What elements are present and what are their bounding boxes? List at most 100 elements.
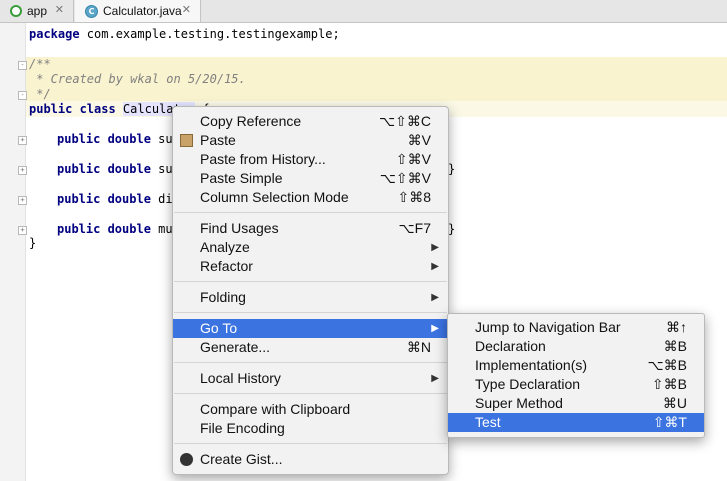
keyword-public-double: public double	[57, 132, 159, 146]
menu-item-shortcut: ⌘N	[406, 339, 431, 355]
menu-item-label: Declaration	[475, 338, 546, 354]
menu-item-shortcut: ⌥⇧⌘V	[379, 170, 431, 186]
code-line-doc-close: */	[29, 87, 51, 101]
keyword-public-double: public double	[57, 222, 159, 236]
code-line-doc-open: /**	[29, 57, 51, 71]
fold-marker-icon[interactable]: +	[18, 136, 27, 145]
menu-item-label: Super Method	[475, 395, 563, 411]
menu-item-shortcut: ⇧⌘B	[651, 376, 687, 392]
editor-context-menu: Copy Reference ⌥⇧⌘C Paste ⌘V Paste from …	[172, 106, 449, 475]
submenu-item-test[interactable]: Test ⇧⌘T	[448, 413, 704, 432]
fold-marker-icon[interactable]: +	[18, 226, 27, 235]
menu-item-copy-reference[interactable]: Copy Reference ⌥⇧⌘C	[173, 112, 448, 131]
menu-item-generate[interactable]: Generate... ⌘N	[173, 338, 448, 357]
menu-separator	[174, 281, 447, 282]
tab-app-label: app	[27, 4, 48, 18]
submenu-arrow-icon: ▶	[431, 242, 439, 253]
menu-separator	[174, 443, 447, 444]
menu-item-label: Find Usages	[200, 220, 279, 236]
menu-item-find-usages[interactable]: Find Usages ⌥F7	[173, 219, 448, 238]
menu-item-label: Paste	[200, 132, 236, 148]
package-name: com.example.testing.testingexample;	[79, 27, 340, 41]
menu-item-go-to[interactable]: Go To ▶	[173, 319, 448, 338]
menu-item-shortcut: ⌥⌘B	[647, 357, 687, 373]
github-icon	[180, 453, 193, 466]
code-line-method-sub-close: }	[448, 162, 456, 176]
submenu-item-type-declaration[interactable]: Type Declaration ⇧⌘B	[448, 375, 704, 394]
menu-item-label: Refactor	[200, 258, 253, 274]
menu-item-label: Paste Simple	[200, 170, 283, 186]
paste-icon	[180, 134, 193, 147]
menu-item-label: Test	[475, 414, 501, 430]
menu-item-label: Compare with Clipboard	[200, 401, 351, 417]
code-line-method-mul-close: }	[448, 222, 456, 236]
submenu-item-implementations[interactable]: Implementation(s) ⌥⌘B	[448, 356, 704, 375]
menu-item-analyze[interactable]: Analyze ▶	[173, 238, 448, 257]
menu-item-shortcut: ⌘U	[662, 395, 687, 411]
menu-item-column-selection-mode[interactable]: Column Selection Mode ⇧⌘8	[173, 188, 448, 207]
menu-item-label: Paste from History...	[200, 151, 326, 167]
menu-item-paste-from-history[interactable]: Paste from History... ⇧⌘V	[173, 150, 448, 169]
menu-separator	[174, 312, 447, 313]
keyword-public-double: public double	[57, 192, 159, 206]
code-line-method-sum: public double sum	[57, 132, 180, 147]
menu-item-label: Folding	[200, 289, 246, 305]
menu-item-shortcut: ⇧⌘8	[397, 189, 431, 205]
submenu-arrow-icon: ▶	[431, 373, 439, 384]
goto-submenu: Jump to Navigation Bar ⌘↑ Declaration ⌘B…	[447, 313, 705, 438]
code-line-doc-created: * Created by wkal on 5/20/15.	[29, 72, 246, 86]
keyword-public-double: public double	[57, 162, 159, 176]
menu-item-label: Column Selection Mode	[200, 189, 349, 205]
code-line-method-mul: public double mul	[57, 222, 180, 237]
menu-item-create-gist[interactable]: Create Gist...	[173, 450, 448, 469]
menu-item-shortcut: ⌘↑	[666, 319, 687, 335]
menu-item-folding[interactable]: Folding ▶	[173, 288, 448, 307]
menu-item-shortcut: ⌥F7	[398, 220, 431, 236]
submenu-arrow-icon: ▶	[431, 323, 439, 334]
android-module-icon	[10, 5, 22, 17]
menu-item-label: Create Gist...	[200, 451, 283, 467]
submenu-arrow-icon: ▶	[431, 292, 439, 303]
menu-item-paste[interactable]: Paste ⌘V	[173, 131, 448, 150]
tab-app[interactable]: app ✕	[0, 0, 74, 22]
menu-item-label: Go To	[200, 320, 238, 336]
submenu-item-super-method[interactable]: Super Method ⌘U	[448, 394, 704, 413]
tab-calculator-label: Calculator.java	[103, 4, 182, 18]
submenu-item-jump-to-navigation-bar[interactable]: Jump to Navigation Bar ⌘↑	[448, 318, 704, 337]
close-tab-app-icon[interactable]: ✕	[55, 3, 64, 16]
menu-item-label: Generate...	[200, 339, 271, 355]
code-line-class-close: }	[29, 236, 37, 250]
menu-separator	[174, 393, 447, 394]
menu-item-paste-simple[interactable]: Paste Simple ⌥⇧⌘V	[173, 169, 448, 188]
menu-item-label: File Encoding	[200, 420, 285, 436]
editor-tab-bar: app ✕ C Calculator.java ✕	[0, 0, 727, 23]
class-c-icon: C	[85, 4, 98, 18]
tab-calculator-java[interactable]: C Calculator.java ✕	[75, 0, 201, 22]
menu-item-shortcut: ⌘B	[663, 338, 687, 354]
code-line-method-sub: public double sub	[57, 162, 180, 177]
menu-item-label: Copy Reference	[200, 113, 302, 129]
menu-item-label: Analyze	[200, 239, 250, 255]
menu-item-shortcut: ⇧⌘V	[395, 151, 431, 167]
fold-marker-icon[interactable]: +	[18, 166, 27, 175]
menu-item-label: Local History	[200, 370, 281, 386]
menu-item-shortcut: ⌘V	[407, 132, 431, 148]
menu-item-label: Implementation(s)	[475, 357, 588, 373]
menu-item-label: Type Declaration	[475, 376, 581, 392]
fold-marker-icon[interactable]: +	[18, 196, 27, 205]
menu-item-shortcut: ⌥⇧⌘C	[379, 113, 431, 129]
menu-item-local-history[interactable]: Local History ▶	[173, 369, 448, 388]
submenu-item-declaration[interactable]: Declaration ⌘B	[448, 337, 704, 356]
close-tab-calculator-icon[interactable]: ✕	[182, 3, 191, 16]
submenu-arrow-icon: ▶	[431, 261, 439, 272]
menu-item-refactor[interactable]: Refactor ▶	[173, 257, 448, 276]
menu-separator	[174, 362, 447, 363]
menu-item-file-encoding[interactable]: File Encoding	[173, 419, 448, 438]
code-line-package: package com.example.testing.testingexamp…	[29, 27, 340, 42]
menu-item-shortcut: ⇧⌘T	[652, 414, 687, 430]
keyword-package: package	[29, 27, 80, 41]
menu-item-compare-with-clipboard[interactable]: Compare with Clipboard	[173, 400, 448, 419]
fold-marker-icon[interactable]: -	[18, 61, 27, 70]
fold-marker-icon[interactable]: -	[18, 91, 27, 100]
menu-item-label: Jump to Navigation Bar	[475, 319, 621, 335]
